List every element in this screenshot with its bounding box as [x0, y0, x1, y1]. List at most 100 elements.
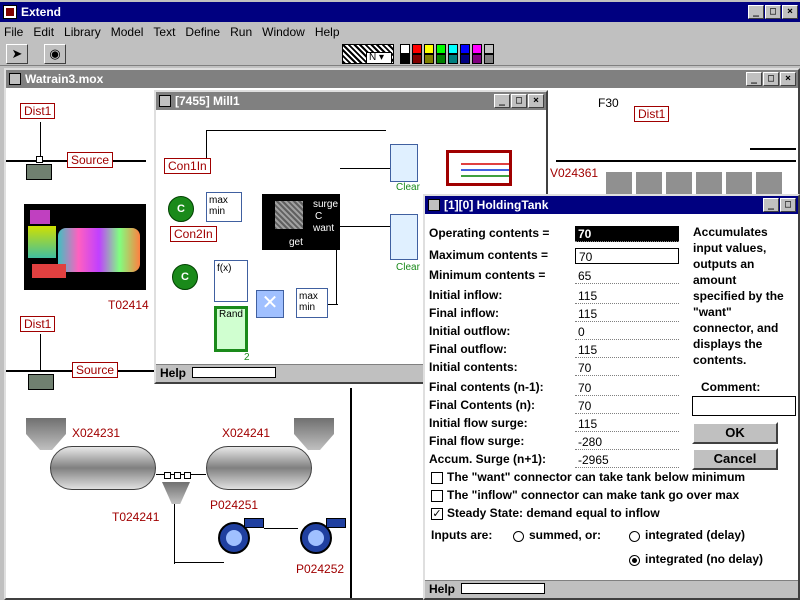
- app-icon[interactable]: [3, 5, 17, 19]
- rand-block[interactable]: Rand: [214, 306, 248, 352]
- dialog-minimize-button[interactable]: _: [763, 198, 779, 212]
- pump-icon-b[interactable]: [298, 518, 348, 556]
- label-initial-outflow: Initial outflow:: [429, 324, 511, 338]
- plotter-block-b[interactable]: [390, 214, 418, 260]
- dist1-label-b[interactable]: Dist1: [20, 316, 56, 332]
- model-maximize-button[interactable]: □: [763, 72, 779, 86]
- color-palette[interactable]: [398, 44, 494, 64]
- dist1-label-c[interactable]: Dist1: [634, 106, 670, 122]
- mill-close-button[interactable]: ×: [528, 94, 544, 108]
- style-select[interactable]: N ▾: [366, 52, 392, 64]
- hopper-icon-b[interactable]: [294, 418, 334, 450]
- label-operating: Operating contents =: [429, 226, 550, 240]
- mill-image-a[interactable]: [24, 204, 146, 290]
- close-button[interactable]: ×: [782, 5, 798, 19]
- label-final-contents-n1: Final contents (n-1):: [429, 380, 544, 394]
- maxmin-a-label: max min: [209, 195, 228, 217]
- plot-graph-block[interactable]: [446, 150, 512, 186]
- integrated-no-delay-radio[interactable]: [629, 555, 640, 566]
- rand-output-label: 2: [244, 352, 250, 363]
- fx-block[interactable]: f(x): [214, 260, 248, 302]
- pointer-tool-icon[interactable]: ➤: [6, 44, 28, 64]
- menu-file[interactable]: File: [4, 25, 23, 39]
- rand-label: Rand: [219, 309, 243, 320]
- integrated-delay-radio[interactable]: [629, 531, 640, 542]
- inputs-are-label: Inputs are:: [431, 528, 493, 542]
- clear-label-b[interactable]: Clear: [396, 262, 420, 273]
- constant-block-a[interactable]: C: [168, 196, 194, 222]
- summed-radio[interactable]: [513, 531, 524, 542]
- value-final-outflow: 115: [575, 342, 679, 358]
- port-surge: surge: [313, 199, 339, 210]
- constant-block-b[interactable]: C: [172, 264, 198, 290]
- menu-window[interactable]: Window: [262, 25, 305, 39]
- value-final-flow-surge: -280: [575, 434, 679, 450]
- hopper-icon-c[interactable]: [162, 482, 190, 504]
- input-maximum[interactable]: 70: [575, 248, 679, 264]
- mill-window-icon[interactable]: [159, 95, 171, 107]
- value-initial-flow-surge: 115: [575, 416, 679, 432]
- maxmin-block-b[interactable]: max min: [296, 288, 328, 318]
- plotter-block-a[interactable]: [390, 144, 418, 182]
- summed-label: summed, or:: [529, 528, 602, 542]
- v024361-label: V024361: [550, 166, 599, 180]
- cancel-button[interactable]: Cancel: [692, 448, 778, 470]
- model-minimize-button[interactable]: _: [746, 72, 762, 86]
- source-block-a[interactable]: [26, 164, 52, 180]
- clear-label-a[interactable]: Clear: [396, 182, 420, 193]
- dialog-body: Operating contents = 70 Maximum contents…: [425, 214, 798, 582]
- source-block-b[interactable]: [28, 374, 54, 390]
- value-initial-contents: 70: [575, 360, 679, 376]
- dialog-help-label[interactable]: Help: [429, 582, 455, 596]
- want-below-min-checkbox[interactable]: [431, 472, 443, 484]
- maximize-button[interactable]: □: [765, 5, 781, 19]
- con1in-label[interactable]: Con1In: [164, 158, 211, 174]
- t024241-label: T024241: [112, 510, 160, 524]
- t02414-label: T02414: [108, 298, 149, 312]
- dialog-icon[interactable]: [428, 199, 440, 211]
- hopper-icon-a[interactable]: [26, 418, 66, 450]
- x024231-label: X024231: [72, 426, 121, 440]
- menu-edit[interactable]: Edit: [33, 25, 54, 39]
- input-operating[interactable]: 70: [575, 226, 679, 242]
- con2in-label[interactable]: Con2In: [170, 226, 217, 242]
- maxmin-block-a[interactable]: max min: [206, 192, 242, 222]
- model-close-button[interactable]: ×: [780, 72, 796, 86]
- tank-drum-b[interactable]: [206, 446, 312, 490]
- value-final-inflow: 115: [575, 306, 679, 322]
- integrated-delay-label: integrated (delay): [645, 528, 746, 542]
- mill-minimize-button[interactable]: _: [494, 94, 510, 108]
- connector-tool-icon[interactable]: ◉: [44, 44, 66, 64]
- ok-button[interactable]: OK: [692, 422, 778, 444]
- source-label-b[interactable]: Source: [72, 362, 119, 378]
- dialog-hscrollbar[interactable]: Help: [425, 580, 798, 596]
- value-initial-inflow: 115: [575, 288, 679, 304]
- pump-icon-a[interactable]: [216, 518, 266, 556]
- menu-run[interactable]: Run: [230, 25, 252, 39]
- mill-maximize-button[interactable]: □: [511, 94, 527, 108]
- holding-tank-block[interactable]: surge C want get: [262, 194, 340, 250]
- label-initial-contents: Initial contents:: [429, 360, 518, 374]
- source-label-a[interactable]: Source: [67, 152, 114, 168]
- maxmin-b-label: max min: [299, 291, 318, 313]
- dialog-titlebar: [1][0] HoldingTank _ □: [425, 196, 798, 214]
- minimize-button[interactable]: _: [748, 5, 764, 19]
- menu-model[interactable]: Model: [111, 25, 144, 39]
- menu-define[interactable]: Define: [185, 25, 220, 39]
- menu-help[interactable]: Help: [315, 25, 340, 39]
- comment-field[interactable]: [692, 396, 796, 416]
- dialog-maximize-button[interactable]: □: [780, 198, 796, 212]
- tank-drum-a[interactable]: [50, 446, 156, 490]
- steady-state-checkbox[interactable]: ✓: [431, 508, 443, 520]
- input-minimum[interactable]: 65: [575, 268, 679, 284]
- multiply-block[interactable]: ✕: [256, 290, 284, 318]
- menu-library[interactable]: Library: [64, 25, 101, 39]
- inflow-over-max-checkbox[interactable]: [431, 490, 443, 502]
- dist1-label-a[interactable]: Dist1: [20, 103, 56, 119]
- model-window-icon[interactable]: [9, 73, 21, 85]
- mill-help-label[interactable]: Help: [160, 366, 186, 380]
- mill-window-title: [7455] Mill1: [175, 94, 240, 108]
- menu-text[interactable]: Text: [153, 25, 175, 39]
- value-accum-surge: -2965: [575, 452, 679, 468]
- app-title: Extend: [21, 5, 62, 19]
